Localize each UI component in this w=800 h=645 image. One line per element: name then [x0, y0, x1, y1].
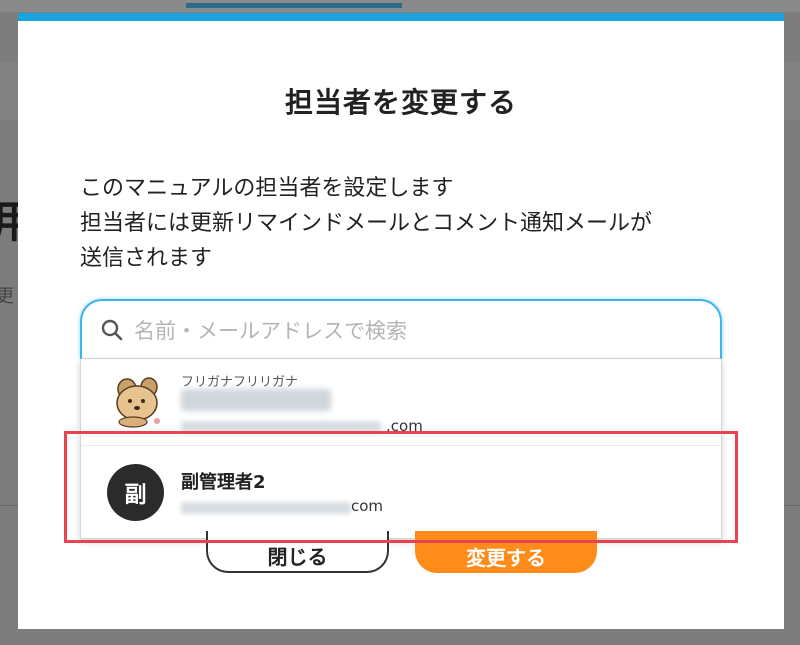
description-line: このマニュアルの担当者を設定します: [80, 176, 454, 201]
assignee-dropdown: フリガナフリリガナ .com 副 副管理者2 com: [80, 359, 722, 539]
dog-avatar-icon: [116, 377, 160, 428]
background-subtext: 更: [0, 286, 14, 307]
search-icon: [101, 319, 123, 341]
option-name-redacted: [181, 389, 331, 411]
change-assignee-modal: 担当者を変更する このマニュアルの担当者を設定します 担当者には更新リマインドメ…: [18, 13, 784, 629]
avatar-initial: 副: [107, 464, 164, 521]
close-button[interactable]: 閉じる: [206, 531, 389, 573]
description-line: 送信されます: [80, 246, 213, 271]
option-name: 副管理者2: [181, 472, 266, 493]
option-email-redacted: [181, 421, 381, 433]
option-email-redacted: [181, 502, 351, 514]
option-email-suffix: com: [351, 497, 384, 515]
assignee-option-selected[interactable]: 副 副管理者2 com: [81, 445, 721, 538]
option-kana: フリガナフリリガナ: [181, 375, 299, 390]
option-email-suffix: .com: [386, 417, 423, 435]
modal-title: 担当者を変更する: [284, 86, 517, 119]
background-active-tab-indicator: [186, 3, 402, 8]
search-input[interactable]: [132, 313, 696, 349]
description-line: 担当者には更新リマインドメールとコメント通知メールが: [80, 211, 653, 236]
assignee-search-box[interactable]: [80, 299, 722, 359]
change-button[interactable]: 変更する: [415, 531, 597, 573]
modal-description: このマニュアルの担当者を設定します 担当者には更新リマインドメールとコメント通知…: [80, 171, 740, 276]
assignee-option[interactable]: フリガナフリリガナ .com: [81, 359, 721, 444]
